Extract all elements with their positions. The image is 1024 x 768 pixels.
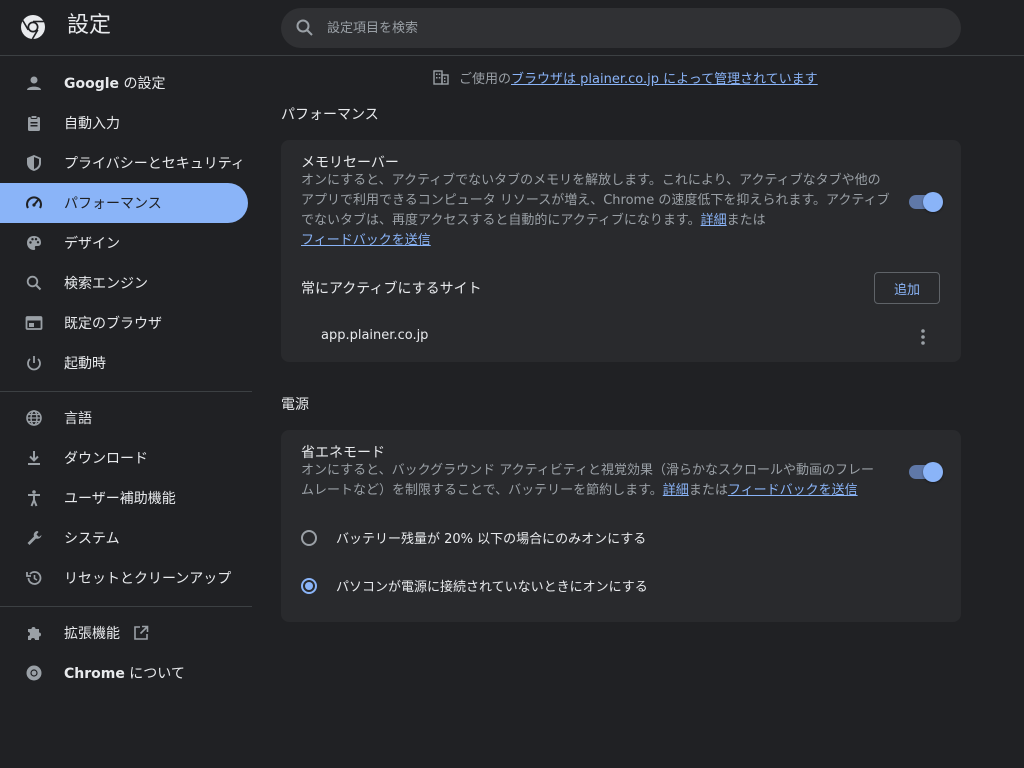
- chrome-logo-icon: [21, 15, 45, 40]
- browser-icon: [24, 313, 44, 333]
- sidebar-item-languages[interactable]: 言語: [0, 398, 248, 438]
- search-icon: [296, 19, 313, 36]
- performance-card: メモリセーバー オンにすると、アクティブでないタブのメモリを解放します。これによ…: [281, 140, 961, 362]
- or-text: または: [726, 213, 766, 228]
- sidebar-item-label: システム: [64, 531, 120, 547]
- sidebar-item-on-startup[interactable]: 起動時: [0, 343, 248, 383]
- description-line: オンにすると、アクティブでないタブのメモリを解放します。これにより、アクティブな…: [301, 173, 881, 188]
- sidebar-item-label: ダウンロード: [64, 451, 148, 467]
- sidebar-divider: [0, 391, 252, 392]
- sidebar-item-label: デザイン: [64, 236, 120, 252]
- sidebar-item-autofill[interactable]: 自動入力: [0, 103, 248, 143]
- sidebar-item-label: 拡張機能: [64, 626, 120, 642]
- sidebar-item-label: パフォーマンス: [64, 196, 162, 212]
- sidebar-item-reset[interactable]: リセットとクリーンアップ: [0, 558, 248, 598]
- top-bar: 設定: [0, 0, 1024, 56]
- description-line: でないタブは、再度アクセスすると自動的にアクティブになります。: [301, 213, 701, 228]
- power-card: 省エネモード オンにすると、バックグラウンド アクティビティと視覚効果（滑らかな…: [281, 430, 961, 622]
- clipboard-icon: [24, 113, 44, 133]
- memory-saver-description: オンにすると、アクティブでないタブのメモリを解放します。これにより、アクティブな…: [301, 171, 890, 251]
- sidebar-item-label-bold: Chrome: [64, 666, 125, 682]
- sidebar: Google の設定 自動入力 プライバシーとセキュリティ パフォーマンス デザ…: [0, 63, 252, 693]
- more-actions-icon[interactable]: [913, 327, 933, 347]
- shield-icon: [24, 153, 44, 173]
- sidebar-item-label: ユーザー補助機能: [64, 491, 176, 507]
- energy-saver-title: 省エネモード: [301, 445, 385, 461]
- sidebar-item-performance[interactable]: パフォーマンス: [0, 183, 248, 223]
- sidebar-item-label: 検索エンジン: [64, 276, 148, 292]
- energy-saver-option-unplugged[interactable]: パソコンが電源に接続されていないときにオンにする: [301, 576, 648, 595]
- sidebar-item-label: の設定: [119, 76, 166, 92]
- description-line: アプリで利用できるコンピュータ リソースが増え、Chrome の速度低下を抑えら…: [301, 193, 890, 208]
- search-icon: [24, 273, 44, 293]
- managed-prefix: ご使用の: [459, 71, 512, 87]
- toggle-knob: [923, 192, 943, 212]
- energy-saver-toggle[interactable]: [909, 462, 943, 482]
- sidebar-item-about-chrome[interactable]: Chrome について: [0, 653, 248, 693]
- open-in-new-icon: [134, 625, 149, 640]
- sidebar-item-privacy[interactable]: プライバシーとセキュリティ: [0, 143, 248, 183]
- puzzle-icon: [24, 623, 44, 643]
- search-box[interactable]: [281, 8, 961, 48]
- feedback-link[interactable]: フィードバックを送信: [728, 483, 858, 498]
- sidebar-item-search-engine[interactable]: 検索エンジン: [0, 263, 248, 303]
- radio-button[interactable]: [301, 577, 317, 594]
- person-icon: [24, 73, 44, 93]
- history-icon: [24, 568, 44, 588]
- description-line: ムレートなど）を制限することで、バッテリーを節約します。: [301, 483, 663, 498]
- managed-notice: ご使用の ブラウザは plainer.co.jp によって管理されています: [432, 67, 818, 87]
- sidebar-item-downloads[interactable]: ダウンロード: [0, 438, 248, 478]
- page-title: 設定: [67, 13, 112, 38]
- memory-saver-title: メモリセーバー: [301, 155, 399, 171]
- sidebar-item-google[interactable]: Google の設定: [0, 63, 248, 103]
- managed-link[interactable]: ブラウザは plainer.co.jp によって管理されています: [511, 68, 818, 87]
- sidebar-item-label: 起動時: [64, 356, 106, 372]
- globe-icon: [24, 408, 44, 428]
- sidebar-item-label: 既定のブラウザ: [64, 316, 162, 332]
- feedback-link[interactable]: フィードバックを送信: [301, 233, 431, 248]
- add-site-button[interactable]: 追加: [874, 272, 940, 304]
- details-link[interactable]: 詳細: [701, 213, 727, 228]
- sidebar-item-label: について: [124, 666, 185, 682]
- memory-saver-toggle[interactable]: [909, 192, 943, 212]
- radio-label: バッテリー残量が 20% 以下の場合にのみオンにする: [336, 532, 647, 547]
- energy-saver-description: オンにすると、バックグラウンド アクティビティと視覚効果（滑らかなスクロールや動…: [301, 461, 874, 501]
- sidebar-item-label: 言語: [64, 411, 92, 427]
- sidebar-item-label: リセットとクリーンアップ: [64, 571, 232, 587]
- sidebar-item-accessibility[interactable]: ユーザー補助機能: [0, 478, 248, 518]
- accessibility-icon: [24, 488, 44, 508]
- sidebar-item-label: 自動入力: [64, 116, 120, 132]
- description-line: オンにすると、バックグラウンド アクティビティと視覚効果（滑らかなスクロールや動…: [301, 463, 875, 478]
- section-title-power: 電源: [281, 397, 309, 413]
- or-text: または: [688, 483, 728, 498]
- always-active-sites-title: 常にアクティブにするサイト: [301, 281, 482, 297]
- palette-icon: [24, 233, 44, 253]
- chrome-icon: [24, 663, 44, 683]
- download-icon: [24, 448, 44, 468]
- sidebar-item-default-browser[interactable]: 既定のブラウザ: [0, 303, 248, 343]
- sidebar-item-system[interactable]: システム: [0, 518, 248, 558]
- wrench-icon: [24, 528, 44, 548]
- site-list-item: app.plainer.co.jp: [321, 328, 429, 343]
- energy-saver-option-low-battery[interactable]: バッテリー残量が 20% 以下の場合にのみオンにする: [301, 528, 646, 547]
- speedometer-icon: [24, 193, 44, 213]
- search-input[interactable]: [327, 8, 927, 48]
- radio-button[interactable]: [301, 529, 317, 546]
- sidebar-item-design[interactable]: デザイン: [0, 223, 248, 263]
- sidebar-item-label-bold: Google: [64, 76, 120, 92]
- radio-label: パソコンが電源に接続されていないときにオンにする: [336, 580, 648, 595]
- building-icon: [433, 70, 449, 85]
- power-icon: [24, 353, 44, 373]
- sidebar-item-label: プライバシーとセキュリティ: [64, 156, 245, 172]
- details-link[interactable]: 詳細: [663, 483, 689, 498]
- toggle-knob: [923, 462, 943, 482]
- sidebar-item-extensions[interactable]: 拡張機能: [0, 613, 248, 653]
- section-title-performance: パフォーマンス: [281, 107, 379, 123]
- sidebar-divider: [0, 606, 252, 607]
